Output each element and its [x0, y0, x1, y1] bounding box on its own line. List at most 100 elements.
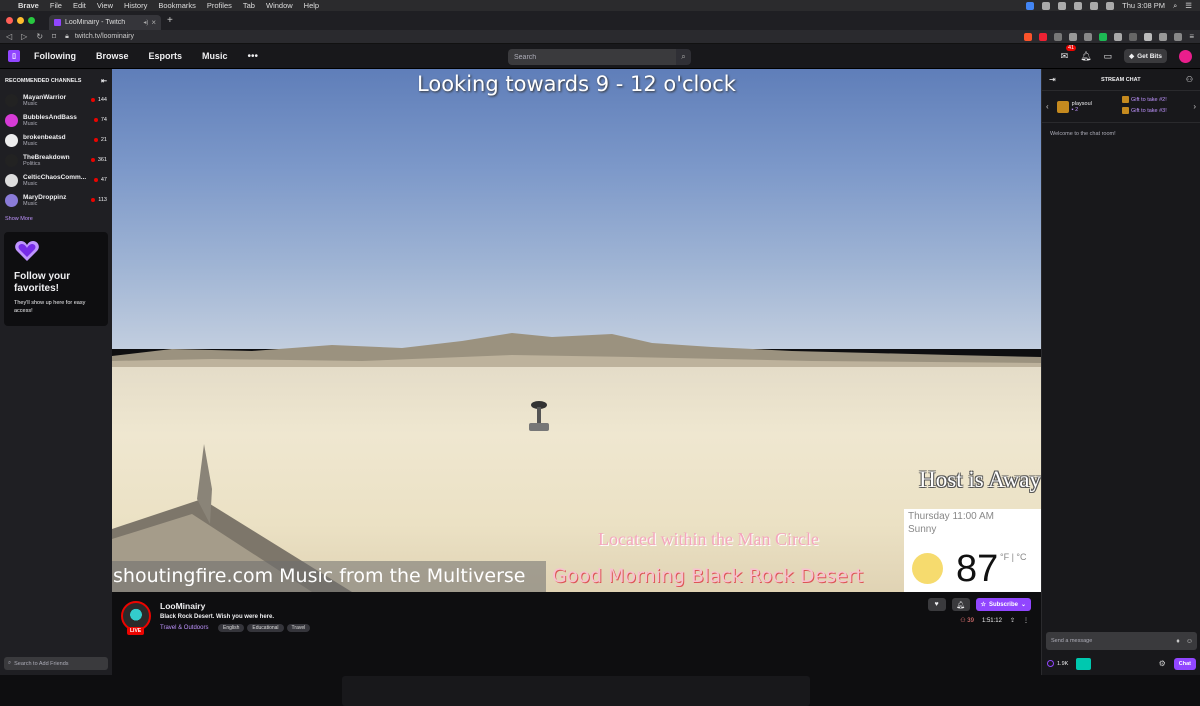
channel-points[interactable]: 1.9K — [1047, 660, 1068, 667]
streamer-name[interactable]: LooMinairy — [160, 601, 205, 611]
clock[interactable]: Thu 3:08 PM — [1122, 1, 1165, 10]
channel-item[interactable]: MaryDroppinz Music 113 — [0, 190, 112, 210]
get-bits-button[interactable]: ◆ Get Bits — [1124, 49, 1167, 63]
channel-item[interactable]: CelticChaosComm... Music 47 — [0, 170, 112, 190]
battery-icon[interactable] — [1090, 1, 1099, 10]
menu-app-name[interactable]: Brave — [18, 1, 39, 10]
menu-view[interactable]: View — [97, 1, 113, 10]
collapse-sidebar-icon[interactable]: ⇤ — [101, 77, 107, 85]
bookmark-icon[interactable]: ⌑ — [52, 32, 56, 41]
chat-input[interactable]: Send a message ♦ ☺ — [1046, 632, 1197, 650]
gift-link-2[interactable]: Gift to take #2! — [1122, 95, 1167, 106]
extension-icon-2[interactable] — [1069, 32, 1078, 41]
claim-bonus-button[interactable] — [1076, 657, 1092, 670]
menu-file[interactable]: File — [50, 1, 62, 10]
search-icon[interactable]: ⌕ — [676, 49, 691, 65]
extension-icon-4[interactable] — [1099, 32, 1108, 41]
nav-browse[interactable]: Browse — [96, 51, 129, 61]
extension-icon-6[interactable] — [1129, 32, 1138, 41]
user-avatar[interactable] — [1179, 49, 1192, 63]
back-icon[interactable]: ◁ — [6, 32, 12, 41]
whispers-icon[interactable]: ▭ — [1104, 51, 1113, 62]
viewers-icon: ⚇ — [960, 618, 966, 624]
bluetooth-tray-icon[interactable] — [1042, 1, 1051, 10]
search-input[interactable] — [508, 49, 676, 65]
chrome-tray-icon[interactable] — [1026, 1, 1035, 10]
menu-profiles[interactable]: Profiles — [207, 1, 232, 10]
more-vertical-icon[interactable]: ⋮ — [1023, 617, 1029, 624]
close-tab-icon[interactable]: × — [151, 18, 156, 27]
brave-rewards-icon[interactable] — [1039, 32, 1048, 41]
subscribe-button[interactable]: ☆ Subscribe ⌄ — [975, 598, 1031, 611]
more-options-icon[interactable]: ••• — [248, 51, 259, 62]
gear-icon[interactable]: ⚙ — [1159, 659, 1166, 668]
stream-category[interactable]: Travel & Outdoors — [160, 625, 208, 631]
add-friends-placeholder: Search to Add Friends — [14, 660, 69, 667]
menu-tab[interactable]: Tab — [243, 1, 255, 10]
nav-music[interactable]: Music — [202, 51, 228, 61]
menu-help[interactable]: Help — [304, 1, 319, 10]
extension-icon-1[interactable] — [1054, 32, 1063, 41]
nav-following[interactable]: Following — [34, 51, 76, 61]
url-text[interactable]: twitch.tv/loominairy — [75, 33, 134, 40]
bits-icon[interactable]: ♦ — [1176, 638, 1180, 645]
share-icon[interactable]: ⇪ — [1010, 617, 1015, 624]
inbox-icon[interactable]: ✉ 41 — [1061, 44, 1077, 62]
top-nav-right: ✉ 41 🔔︎ ▭ ◆ Get Bits — [1061, 44, 1192, 63]
speaker-icon[interactable]: ◂) — [143, 19, 148, 26]
vpn-tray-icon[interactable] — [1058, 1, 1067, 10]
channel-item[interactable]: brokenbeatsd Music 21 — [0, 130, 112, 150]
chat-send-button[interactable]: Chat — [1173, 657, 1196, 670]
spotlight-icon[interactable]: ⌕ — [1173, 1, 1177, 11]
tag-english[interactable]: English — [218, 624, 245, 632]
channel-item[interactable]: MayanWarrior Music 144 — [0, 90, 112, 110]
channel-name: TheBreakdown — [23, 153, 70, 161]
menu-icon[interactable]: ≡ — [1189, 32, 1194, 41]
forward-icon[interactable]: ▷ — [21, 32, 27, 41]
reload-icon[interactable]: ↻ — [36, 32, 43, 41]
live-dot-icon — [93, 118, 98, 122]
twitch-logo-icon[interactable]: ▯ — [8, 50, 20, 62]
profile-icon[interactable] — [1174, 32, 1183, 41]
emote-icon[interactable]: ☺ — [1186, 638, 1193, 645]
url-field[interactable]: 🔒︎ twitch.tv/loominairy — [65, 31, 1024, 42]
follow-heart-button[interactable]: ♥ — [927, 598, 946, 611]
add-friends-search[interactable]: ⌕ Search to Add Friends — [4, 657, 108, 670]
reading-list-icon[interactable] — [1159, 32, 1168, 41]
viewer-count-value: 39 — [967, 618, 974, 624]
channel-item[interactable]: TheBreakdown Politics 361 — [0, 150, 112, 170]
notifications-icon[interactable]: 🔔︎ — [1080, 51, 1091, 62]
channel-text: brokenbeatsd Music — [23, 134, 94, 147]
extension-icon-3[interactable] — [1084, 32, 1093, 41]
show-more-link[interactable]: Show More — [0, 210, 112, 228]
cloud-tray-icon[interactable] — [1074, 1, 1083, 10]
gift-count-value: 2 — [1075, 106, 1079, 113]
tag-travel[interactable]: Travel — [286, 624, 311, 632]
menu-history[interactable]: History — [124, 1, 147, 10]
stream-uptime: 1:51:12 — [981, 617, 1002, 624]
community-icon[interactable]: ⚇ — [1186, 75, 1193, 84]
channel-item[interactable]: BubblesAndBass Music 74 — [0, 110, 112, 130]
new-tab-button[interactable]: + — [167, 15, 173, 26]
chevron-right-icon[interactable]: › — [1193, 102, 1196, 111]
extension-icon-5[interactable] — [1114, 32, 1123, 41]
close-window-button[interactable] — [6, 17, 13, 24]
nav-esports[interactable]: Esports — [149, 51, 183, 61]
collapse-chat-icon[interactable]: ⇥ — [1049, 75, 1056, 84]
menu-window[interactable]: Window — [266, 1, 293, 10]
video-player[interactable]: Looking towards 9 - 12 o'clock Host is A… — [112, 69, 1041, 592]
extensions-puzzle-icon[interactable] — [1144, 32, 1153, 41]
control-center-icon[interactable]: ☰ — [1185, 1, 1192, 10]
tag-educational[interactable]: Educational — [247, 624, 284, 632]
lock-icon[interactable]: 🔒︎ — [65, 33, 69, 41]
brave-shields-icon[interactable] — [1024, 32, 1033, 41]
gift-link-3[interactable]: Gift to take #3! — [1122, 106, 1167, 117]
maximize-window-button[interactable] — [28, 17, 35, 24]
notification-bell-button[interactable]: 🔔︎ — [951, 598, 970, 611]
wifi-icon[interactable] — [1106, 1, 1115, 10]
chevron-left-icon[interactable]: ‹ — [1046, 102, 1049, 111]
menu-bookmarks[interactable]: Bookmarks — [158, 1, 196, 10]
menu-edit[interactable]: Edit — [73, 1, 86, 10]
minimize-window-button[interactable] — [17, 17, 24, 24]
browser-tab[interactable]: LooMinairy - Twitch ◂) × — [49, 15, 161, 30]
